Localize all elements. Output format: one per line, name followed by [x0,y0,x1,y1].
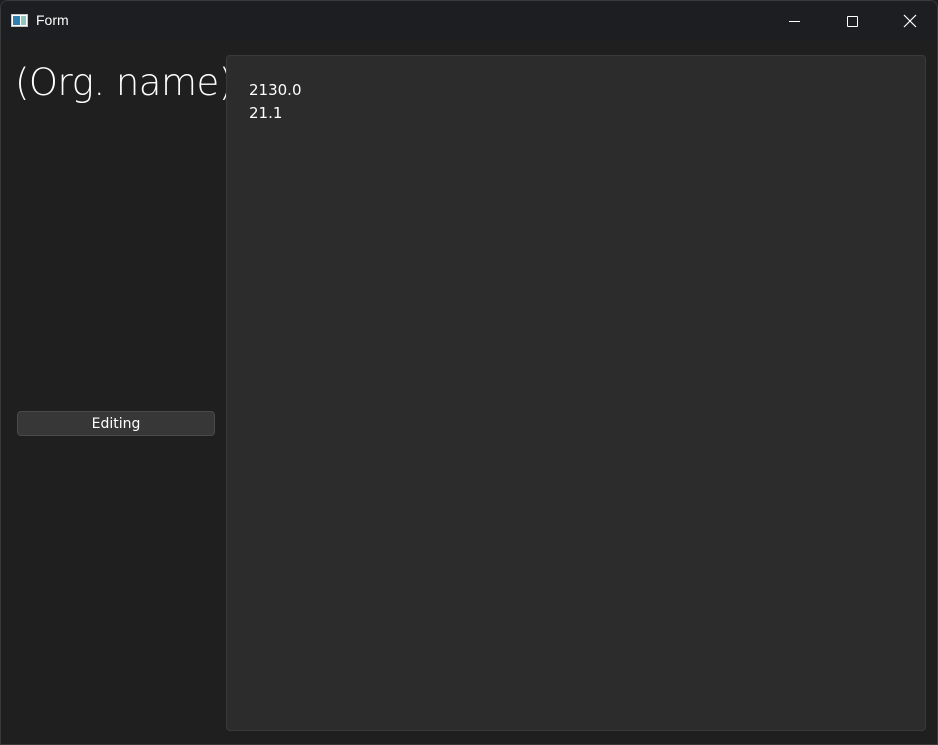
value-line: 21.1 [249,104,283,122]
window-title: Form [36,12,69,28]
value-line: 2130.0 [249,81,302,99]
close-icon [903,14,917,28]
app-window: Form (Org. name) Editing 2130.0 21.1 [0,0,938,745]
close-button[interactable] [881,1,937,41]
maximize-button[interactable] [823,1,881,41]
title-bar[interactable]: Form [1,1,937,41]
org-name-label: (Org. name) [15,61,233,104]
app-window-icon [11,14,28,27]
maximize-icon [846,15,858,27]
content-panel: 2130.0 21.1 [226,55,926,731]
minimize-icon [788,20,800,22]
minimize-button[interactable] [765,1,823,41]
editing-button[interactable]: Editing [17,411,215,436]
